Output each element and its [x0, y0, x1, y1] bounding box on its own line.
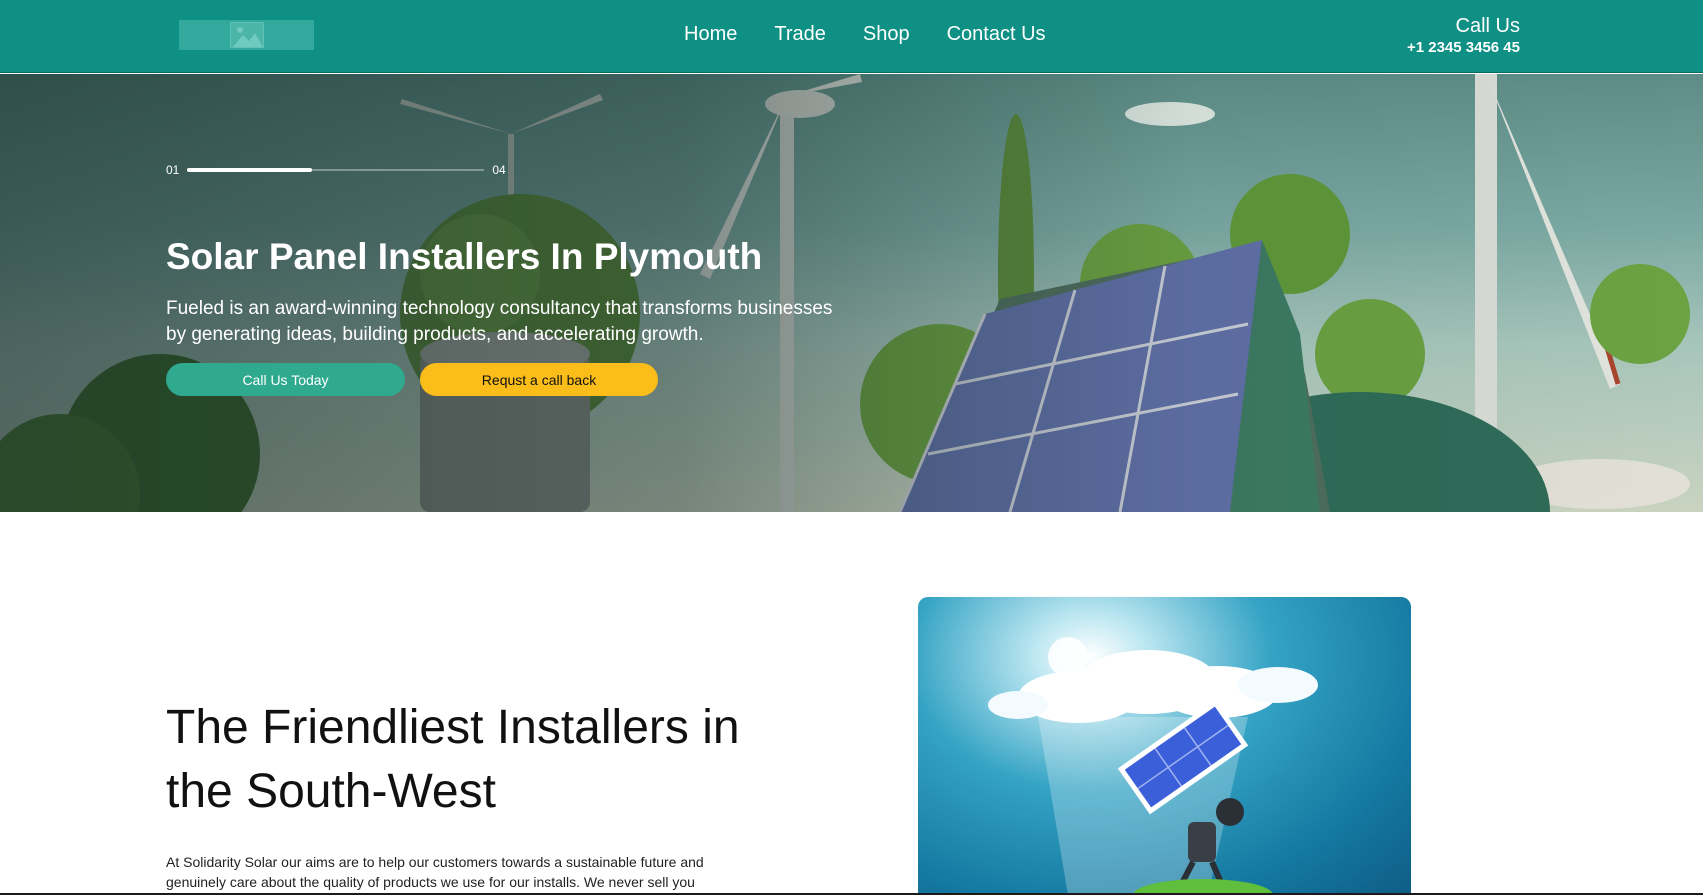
site-header: Home Trade Shop Contact Us Call Us +1 23… — [0, 0, 1703, 73]
call-us-block[interactable]: Call Us +1 2345 3456 45 — [1407, 14, 1520, 58]
slide-progress-track[interactable] — [187, 168, 485, 172]
nav-contact-us[interactable]: Contact Us — [947, 23, 1046, 46]
main-nav: Home Trade Shop Contact Us — [684, 23, 1083, 46]
image-placeholder-icon — [229, 22, 264, 48]
slide-total: 04 — [492, 163, 506, 177]
logo[interactable] — [179, 20, 314, 50]
nav-home[interactable]: Home — [684, 23, 737, 46]
phone-number[interactable]: +1 2345 3456 45 — [1407, 38, 1520, 58]
intro-title: The Friendliest Installers in the South-… — [166, 701, 740, 818]
hero-subtitle: Fueled is an award-winning technology co… — [166, 298, 833, 345]
hero-section: 01 04 Solar Panel Installers In Plymouth… — [0, 74, 1703, 512]
nav-shop[interactable]: Shop — [863, 23, 910, 46]
slide-indicator[interactable]: 01 04 — [166, 163, 506, 177]
intro-text: At Solidarity Solar our aims are to help… — [166, 854, 704, 890]
hero-title: Solar Panel Installers In Plymouth — [166, 236, 763, 277]
request-call-back-button[interactable]: Requst a call back — [420, 363, 658, 396]
call-us-today-button[interactable]: Call Us Today — [166, 363, 405, 396]
slide-progress-fill — [187, 168, 313, 172]
call-us-label: Call Us — [1455, 15, 1520, 37]
feature-image — [918, 597, 1411, 895]
nav-trade[interactable]: Trade — [774, 23, 826, 46]
solar-robot-illustration — [988, 637, 1318, 895]
slide-current: 01 — [166, 163, 180, 177]
hero-overlay — [0, 74, 1703, 512]
